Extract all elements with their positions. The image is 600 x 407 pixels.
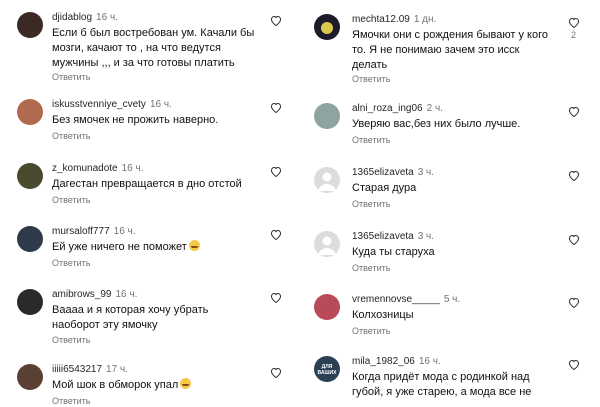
comments-column-right: mechta12.09 1 дн. Ямочки они с рождения б…: [300, 0, 600, 400]
username[interactable]: amibrows_99: [52, 289, 111, 300]
timestamp: 2 ч.: [426, 103, 443, 114]
timestamp: 16 ч.: [121, 163, 144, 174]
avatar[interactable]: [17, 364, 43, 390]
default-avatar-icon: [318, 236, 336, 255]
comment-text: Старая дура: [352, 182, 417, 194]
heart-icon[interactable]: [568, 169, 580, 181]
timestamp: 16 ч.: [96, 12, 118, 23]
username[interactable]: alni_roza_ing06: [352, 103, 423, 114]
username[interactable]: 1365elizaveta: [352, 231, 414, 242]
comment-text: Дагестан превращается в дно отстой: [52, 178, 242, 190]
heart-icon[interactable]: [270, 228, 282, 240]
username[interactable]: mursaloff777: [52, 226, 110, 237]
comment-text: Если б был востребован ум. Качали бы моз…: [52, 27, 255, 69]
avatar[interactable]: [314, 167, 340, 193]
heart-icon[interactable]: [568, 296, 580, 308]
like-count: 2: [571, 30, 577, 40]
reply-link[interactable]: Ответить: [52, 131, 90, 142]
reply-link[interactable]: Ответить: [352, 326, 390, 337]
avatar[interactable]: ДЛЯ ВАШИХ: [314, 356, 340, 382]
default-avatar-icon: [318, 172, 336, 191]
heart-icon[interactable]: [568, 16, 580, 28]
comments-column-left: djidablog 16 ч. Если б был востребован ум…: [0, 0, 300, 406]
avatar[interactable]: [314, 231, 340, 257]
avatar[interactable]: [17, 99, 43, 125]
grinning-emoji-icon: [188, 240, 200, 251]
reply-link[interactable]: Ответить: [352, 263, 390, 274]
avatar[interactable]: [314, 103, 340, 129]
username[interactable]: vremennovse_____: [352, 294, 440, 305]
avatar[interactable]: [17, 163, 43, 189]
comment-text: Ваааа и я которая хочу убрать наоборот э…: [52, 304, 209, 331]
avatar[interactable]: [314, 294, 340, 320]
reply-link[interactable]: Ответить: [52, 396, 90, 407]
timestamp: 3 ч.: [417, 167, 435, 178]
avatar[interactable]: [17, 226, 43, 252]
username[interactable]: iiiii6543217: [52, 364, 102, 375]
timestamp: 16 ч.: [113, 226, 136, 237]
reply-link[interactable]: Ответить: [52, 258, 90, 269]
comment-text: Ямочки они с рождения бывают у кого то. …: [352, 29, 548, 71]
comment-text: Куда ты старуха: [352, 246, 435, 258]
heart-icon[interactable]: [270, 165, 282, 177]
avatar[interactable]: [17, 12, 43, 38]
timestamp: 1 дн.: [413, 14, 437, 25]
username[interactable]: z_komunadote: [52, 163, 118, 174]
avatar-text: ДЛЯ ВАШИХ: [317, 364, 337, 376]
reply-link[interactable]: Ответить: [352, 74, 390, 85]
heart-icon[interactable]: [270, 14, 282, 26]
username[interactable]: djidablog: [52, 12, 92, 23]
heart-icon[interactable]: [270, 101, 282, 113]
avatar[interactable]: [17, 289, 43, 315]
timestamp: 16 ч.: [418, 356, 441, 367]
timestamp: 3 ч.: [417, 231, 435, 242]
comment-text: Уверяю вас,без них было лучше.: [352, 118, 521, 130]
username[interactable]: 1365elizaveta: [352, 167, 414, 178]
timestamp: 16 ч.: [149, 99, 172, 110]
reply-link[interactable]: Ответить: [52, 195, 90, 206]
reply-link[interactable]: Ответить: [52, 72, 90, 83]
timestamp: 17 ч.: [106, 364, 128, 375]
reply-link[interactable]: Ответить: [352, 135, 390, 146]
username[interactable]: mila_1982_06: [352, 356, 415, 367]
heart-icon[interactable]: [568, 358, 580, 370]
comment-text: Когда придёт мода с родинкой над губой, …: [352, 371, 532, 398]
reply-link[interactable]: Ответить: [352, 199, 390, 210]
grinning-emoji-icon: [180, 378, 192, 389]
comment-text: Без ямочек не прожить наверно.: [52, 114, 219, 126]
avatar[interactable]: [314, 14, 340, 40]
reply-link[interactable]: Ответить: [52, 335, 90, 346]
username[interactable]: iskusstvenniye_cvety: [52, 99, 146, 110]
timestamp: 5 ч.: [443, 294, 461, 305]
comment-text: Ей уже ничего не поможет: [52, 241, 187, 253]
comment-text: Мой шок в обморок упал: [52, 379, 179, 391]
timestamp: 16 ч.: [115, 289, 138, 300]
heart-icon[interactable]: [568, 233, 580, 245]
heart-icon[interactable]: [270, 366, 282, 378]
username[interactable]: mechta12.09: [352, 14, 410, 25]
heart-icon[interactable]: [270, 291, 282, 303]
heart-icon[interactable]: [568, 105, 580, 117]
comment-text: Колхозницы: [352, 309, 414, 321]
